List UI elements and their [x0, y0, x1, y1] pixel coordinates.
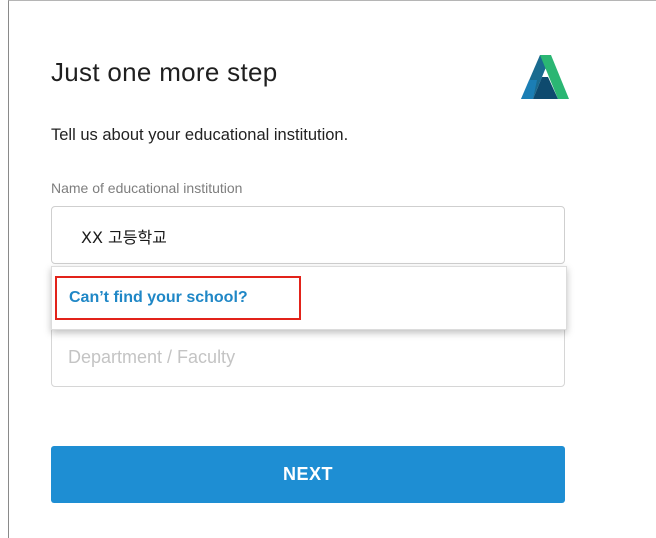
autodesk-logo-icon [521, 55, 569, 99]
form-subtitle: Tell us about your educational instituti… [51, 126, 349, 144]
next-button[interactable]: NEXT [51, 446, 565, 503]
signup-panel: Just one more step Tell us about your ed… [8, 0, 656, 538]
institution-label: Name of educational institution [51, 180, 243, 196]
cant-find-school-link[interactable]: Can’t find your school? [55, 276, 301, 320]
page-title: Just one more step [51, 57, 278, 87]
institution-input[interactable] [81, 226, 521, 245]
institution-suggestions-dropdown: Can’t find your school? [51, 266, 567, 330]
department-input[interactable] [68, 347, 528, 368]
institution-field[interactable] [51, 206, 565, 264]
department-field[interactable] [51, 327, 565, 387]
